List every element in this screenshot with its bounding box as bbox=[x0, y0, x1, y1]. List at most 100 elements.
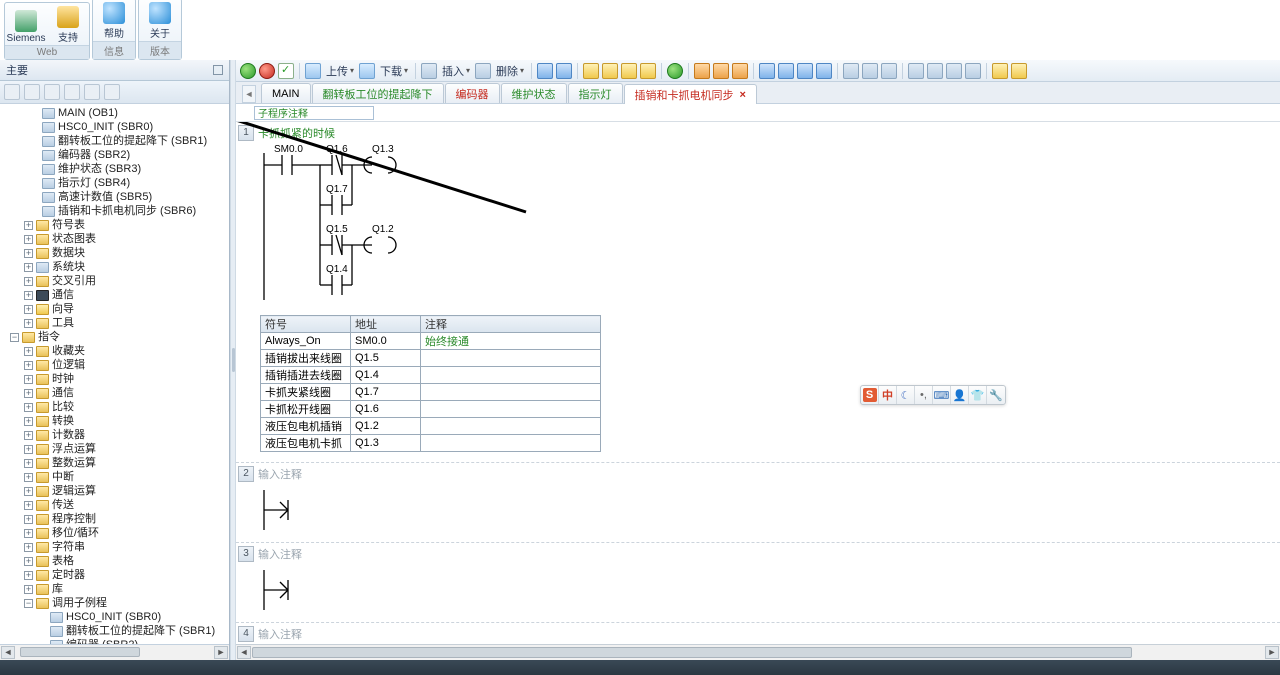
tb-l2[interactable] bbox=[778, 63, 794, 79]
ime-settings-icon[interactable]: 🔧 bbox=[989, 389, 1003, 402]
tab-nav-left[interactable]: ◄ bbox=[242, 85, 256, 103]
tree-item[interactable]: MAIN (OB1) bbox=[58, 106, 118, 120]
tb-y4[interactable] bbox=[640, 63, 656, 79]
tb-l1[interactable] bbox=[759, 63, 775, 79]
tree-item[interactable]: 编码器 (SBR2) bbox=[58, 148, 130, 162]
ime-skin-icon[interactable]: 👕 bbox=[971, 389, 985, 402]
download-arrow-icon[interactable] bbox=[359, 63, 375, 79]
tree-item[interactable]: 系统块 bbox=[52, 260, 85, 274]
tree-instr-root[interactable]: 指令 bbox=[38, 330, 60, 344]
proj-tb-4[interactable] bbox=[64, 84, 80, 100]
ime-moon-icon[interactable]: ☾ bbox=[901, 389, 911, 402]
editor-hscroll[interactable]: ◄ ► bbox=[236, 644, 1280, 660]
delete-icon[interactable] bbox=[475, 63, 491, 79]
proj-tb-2[interactable] bbox=[24, 84, 40, 100]
tb-m1[interactable] bbox=[908, 63, 924, 79]
tree-item[interactable]: 高速计数值 (SBR5) bbox=[58, 190, 152, 204]
tree-item[interactable]: HSC0_INIT (SBR0) bbox=[66, 610, 161, 624]
sub-comment-input[interactable] bbox=[254, 106, 374, 120]
tb-y1[interactable] bbox=[583, 63, 599, 79]
tree-item[interactable]: 逻辑运算 bbox=[52, 484, 96, 498]
run-icon[interactable] bbox=[240, 63, 256, 79]
tree-hscroll[interactable]: ◄ ► bbox=[0, 644, 229, 660]
table-row[interactable]: 插销拔出来线圈Q1.5 bbox=[261, 350, 601, 367]
tab-3[interactable]: 维护状态 bbox=[501, 83, 567, 103]
download-button[interactable]: 下载▾ bbox=[378, 63, 410, 79]
delete-button[interactable]: 删除▾ bbox=[494, 63, 526, 79]
tb-o2[interactable] bbox=[713, 63, 729, 79]
tab-1[interactable]: 翻转板工位的提起降下 bbox=[312, 83, 444, 103]
tree-item[interactable]: 比较 bbox=[52, 400, 74, 414]
tb-m4[interactable] bbox=[965, 63, 981, 79]
tb-go[interactable] bbox=[667, 63, 683, 79]
tree-item[interactable]: 通信 bbox=[52, 386, 74, 400]
scroll-thumb[interactable] bbox=[20, 647, 140, 657]
tree-item[interactable]: 维护状态 (SBR3) bbox=[58, 162, 141, 176]
tree-item[interactable]: 转换 bbox=[52, 414, 74, 428]
tree-item[interactable]: 向导 bbox=[52, 302, 74, 316]
tb-m2[interactable] bbox=[927, 63, 943, 79]
ribbon-about[interactable]: 关于 bbox=[139, 0, 181, 41]
tree-item[interactable]: 浮点运算 bbox=[52, 442, 96, 456]
project-tree[interactable]: MAIN (OB1)HSC0_INIT (SBR0)翻转板工位的提起降下 (SB… bbox=[0, 104, 229, 644]
insert-button[interactable]: 插入▾ bbox=[440, 63, 472, 79]
ime-person-icon[interactable]: 👤 bbox=[953, 389, 967, 402]
proj-tb-5[interactable] bbox=[84, 84, 100, 100]
tree-item[interactable]: 符号表 bbox=[52, 218, 85, 232]
tb-o3[interactable] bbox=[732, 63, 748, 79]
upload-button[interactable]: 上传▾ bbox=[324, 63, 356, 79]
tree-item[interactable]: 通信 bbox=[52, 288, 74, 302]
ime-toolbar[interactable]: S 中 ☾ •, ⌨ 👤 👕 🔧 bbox=[860, 385, 1006, 405]
pin-icon[interactable] bbox=[213, 65, 223, 75]
compile-icon[interactable] bbox=[278, 63, 294, 79]
table-row[interactable]: 卡抓松开线圈Q1.6 bbox=[261, 401, 601, 418]
proj-tb-6[interactable] bbox=[104, 84, 120, 100]
tab-5[interactable]: 插销和卡抓电机同步× bbox=[624, 84, 757, 104]
scroll-right-icon[interactable]: ► bbox=[214, 646, 228, 659]
tree-item[interactable]: 插销和卡抓电机同步 (SBR6) bbox=[58, 204, 196, 218]
net-title-placeholder[interactable]: 输入注释 bbox=[258, 466, 302, 482]
ime-keyboard-icon[interactable]: ⌨ bbox=[934, 389, 950, 402]
ribbon-help[interactable]: 帮助 bbox=[93, 0, 135, 41]
tab-2[interactable]: 编码器 bbox=[445, 83, 500, 103]
tree-item[interactable]: 数据块 bbox=[52, 246, 85, 260]
net-title-placeholder[interactable]: 输入注释 bbox=[258, 626, 302, 642]
insert-icon[interactable] bbox=[421, 63, 437, 79]
ribbon-support[interactable]: 支持 bbox=[47, 3, 89, 45]
net-title[interactable]: 卡抓抓紧的时候 bbox=[258, 125, 335, 141]
tb-b1[interactable] bbox=[537, 63, 553, 79]
tree-item[interactable]: 工具 bbox=[52, 316, 74, 330]
tree-call-root[interactable]: 调用子例程 bbox=[52, 596, 107, 610]
tb-y3[interactable] bbox=[621, 63, 637, 79]
ime-logo-icon[interactable]: S bbox=[863, 388, 877, 402]
upload-arrow-icon[interactable] bbox=[305, 63, 321, 79]
tb-e1[interactable] bbox=[992, 63, 1008, 79]
table-row[interactable]: 液压包电机插销Q1.2 bbox=[261, 418, 601, 435]
tree-item[interactable]: 交叉引用 bbox=[52, 274, 96, 288]
tb-m3[interactable] bbox=[946, 63, 962, 79]
tree-item[interactable]: 指示灯 (SBR4) bbox=[58, 176, 130, 190]
tab-0[interactable]: MAIN bbox=[261, 83, 311, 103]
scroll-thumb[interactable] bbox=[252, 647, 1132, 658]
tb-o1[interactable] bbox=[694, 63, 710, 79]
tree-item[interactable]: 翻转板工位的提起降下 (SBR1) bbox=[58, 134, 207, 148]
tree-item[interactable]: 时钟 bbox=[52, 372, 74, 386]
tree-item[interactable]: 收藏夹 bbox=[52, 344, 85, 358]
proj-tb-1[interactable] bbox=[4, 84, 20, 100]
tree-item[interactable]: 定时器 bbox=[52, 568, 85, 582]
tree-item[interactable]: 移位/循环 bbox=[52, 526, 99, 540]
tree-item[interactable]: 整数运算 bbox=[52, 456, 96, 470]
tb-e2[interactable] bbox=[1011, 63, 1027, 79]
tb-l4[interactable] bbox=[816, 63, 832, 79]
tb-coil[interactable] bbox=[862, 63, 878, 79]
tree-item[interactable]: 计数器 bbox=[52, 428, 85, 442]
stop-icon[interactable] bbox=[259, 63, 275, 79]
tb-b2[interactable] bbox=[556, 63, 572, 79]
table-row[interactable]: 插销插进去线圈Q1.4 bbox=[261, 367, 601, 384]
tree-item[interactable]: 传送 bbox=[52, 498, 74, 512]
tree-item[interactable]: 翻转板工位的提起降下 (SBR1) bbox=[66, 624, 215, 638]
ime-punct-icon[interactable]: •, bbox=[920, 389, 927, 401]
tb-l3[interactable] bbox=[797, 63, 813, 79]
scroll-left-icon[interactable]: ◄ bbox=[1, 646, 15, 659]
tb-y2[interactable] bbox=[602, 63, 618, 79]
